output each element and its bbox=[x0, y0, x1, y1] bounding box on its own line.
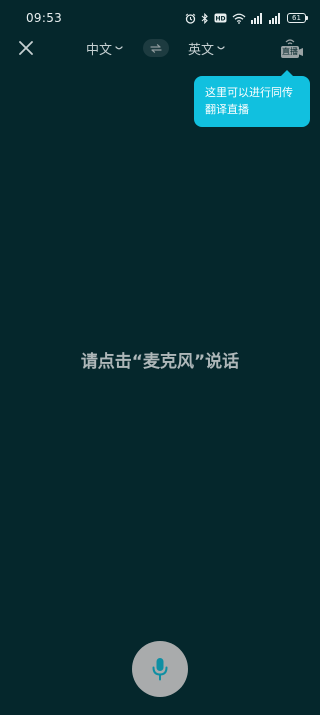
close-button[interactable] bbox=[14, 36, 38, 60]
swap-languages-button[interactable] bbox=[143, 39, 169, 57]
tap-microphone-prompt: 请点击“麦克风”说话 bbox=[80, 352, 240, 372]
source-language-label: 中文 bbox=[86, 43, 113, 58]
toolbar: 中文 英文 直播 bbox=[0, 36, 320, 62]
camera-lens-icon bbox=[298, 48, 303, 56]
alarm-icon bbox=[185, 13, 196, 24]
target-language-label: 英文 bbox=[188, 43, 215, 58]
live-stream-button[interactable]: 直播 bbox=[278, 37, 304, 61]
chevron-down-icon bbox=[217, 46, 225, 50]
swap-icon bbox=[150, 43, 162, 53]
hd-icon: HD bbox=[214, 13, 227, 23]
status-icons: HD 61 bbox=[185, 12, 308, 24]
microphone-icon bbox=[152, 658, 168, 681]
status-bar: 09:53 HD 61 bbox=[0, 0, 320, 36]
battery-icon: 61 bbox=[287, 13, 308, 23]
signal-icon bbox=[269, 12, 280, 24]
status-time: 09:53 bbox=[26, 11, 63, 25]
target-language-selector[interactable]: 英文 bbox=[188, 39, 225, 58]
svg-text:HD: HD bbox=[215, 16, 225, 23]
close-icon bbox=[19, 41, 33, 55]
chevron-down-icon bbox=[115, 46, 123, 50]
live-label: 直播 bbox=[281, 46, 299, 58]
bluetooth-icon bbox=[201, 12, 208, 24]
wifi-icon bbox=[232, 13, 246, 24]
tooltip-text: 这里可以进行同传翻译直播 bbox=[205, 86, 293, 116]
live-tooltip: 这里可以进行同传翻译直播 bbox=[194, 70, 310, 127]
source-language-selector[interactable]: 中文 bbox=[86, 39, 123, 58]
signal-icon bbox=[251, 12, 262, 24]
battery-level: 61 bbox=[292, 14, 301, 22]
microphone-button[interactable] bbox=[132, 641, 188, 697]
